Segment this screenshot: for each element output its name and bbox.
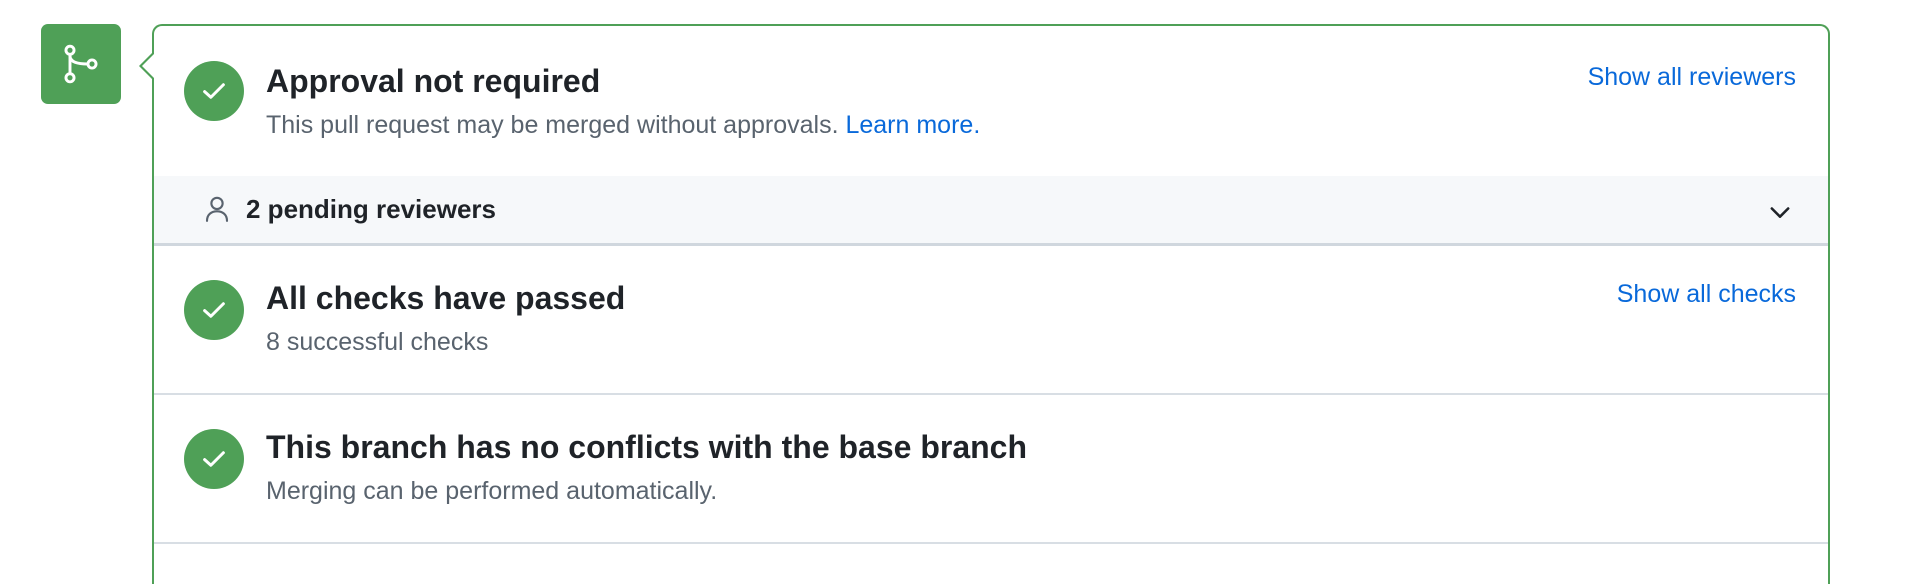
chevron-down-icon[interactable] [1766,198,1794,226]
show-all-reviewers-link[interactable]: Show all reviewers [1588,63,1796,92]
checks-title: All checks have passed [266,280,626,316]
check-icon [203,83,225,99]
conflicts-status-circle [184,429,244,489]
approval-status-circle [184,61,244,121]
person-icon [205,196,229,222]
git-merge-icon [64,44,98,84]
checks-status-circle [184,280,244,340]
git-merge-badge [41,24,121,104]
pending-reviewers-label: 2 pending reviewers [246,193,496,224]
show-all-checks-link[interactable]: Show all checks [1617,280,1796,309]
checks-section: All checks have passed 8 successful chec… [154,246,1828,395]
conflicts-section: This branch has no conflicts with the ba… [154,395,1828,544]
merge-status-box: Approval not required This pull request … [139,24,1830,584]
pending-reviewers-row[interactable]: 2 pending reviewers [154,176,1828,246]
check-icon [203,302,225,318]
approval-description-text: This pull request may be merged without … [266,111,839,139]
conflicts-title: This branch has no conflicts with the ba… [266,429,1028,465]
approval-title: Approval not required [266,63,601,99]
checks-description: 8 successful checks [266,328,489,356]
conflicts-description: Merging can be performed automatically. [266,477,718,505]
check-icon [203,451,225,467]
learn-more-link[interactable]: Learn more. [845,111,980,139]
approval-description: This pull request may be merged without … [266,111,980,140]
approval-section: Approval not required This pull request … [154,26,1828,176]
